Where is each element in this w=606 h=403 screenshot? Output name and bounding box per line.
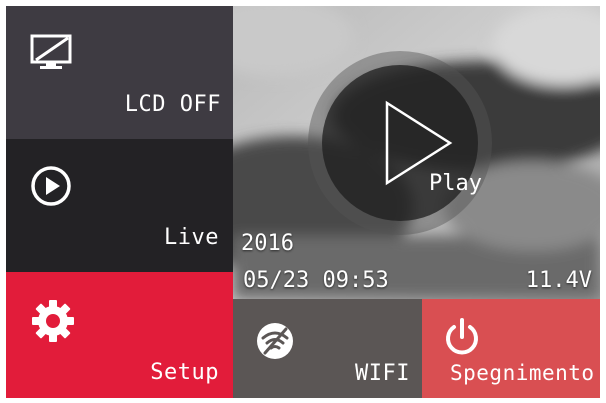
year-readout: 2016: [241, 231, 294, 256]
lcd-off-button[interactable]: LCD OFF: [6, 6, 233, 139]
voltage-readout: 11.4V: [525, 268, 592, 293]
wifi-button[interactable]: WIFI: [233, 299, 422, 398]
setup-label: Setup: [150, 360, 219, 385]
power-off-label: Spegnimento: [450, 361, 595, 385]
play-circle-icon: [30, 165, 72, 211]
live-label: Live: [164, 225, 219, 250]
play-button[interactable]: [305, 48, 495, 238]
wifi-label: WIFI: [355, 361, 410, 386]
wifi-off-icon: [255, 321, 295, 365]
monitor-off-icon: [30, 34, 74, 74]
camera-preview[interactable]: Play 2016 05/23 09:53 11.4V: [233, 6, 600, 299]
lcd-off-label: LCD OFF: [124, 92, 221, 117]
play-label: Play: [429, 171, 482, 196]
datetime-readout: 05/23 09:53: [243, 268, 389, 293]
gear-icon: [30, 298, 76, 348]
live-button[interactable]: Live: [6, 139, 233, 272]
setup-button[interactable]: Setup: [6, 272, 233, 398]
power-icon: [442, 317, 482, 363]
camera-control-screen: LCD OFF Live Setup Play 2016 05/23 09:53…: [6, 6, 600, 398]
power-off-button[interactable]: Spegnimento: [422, 299, 600, 398]
